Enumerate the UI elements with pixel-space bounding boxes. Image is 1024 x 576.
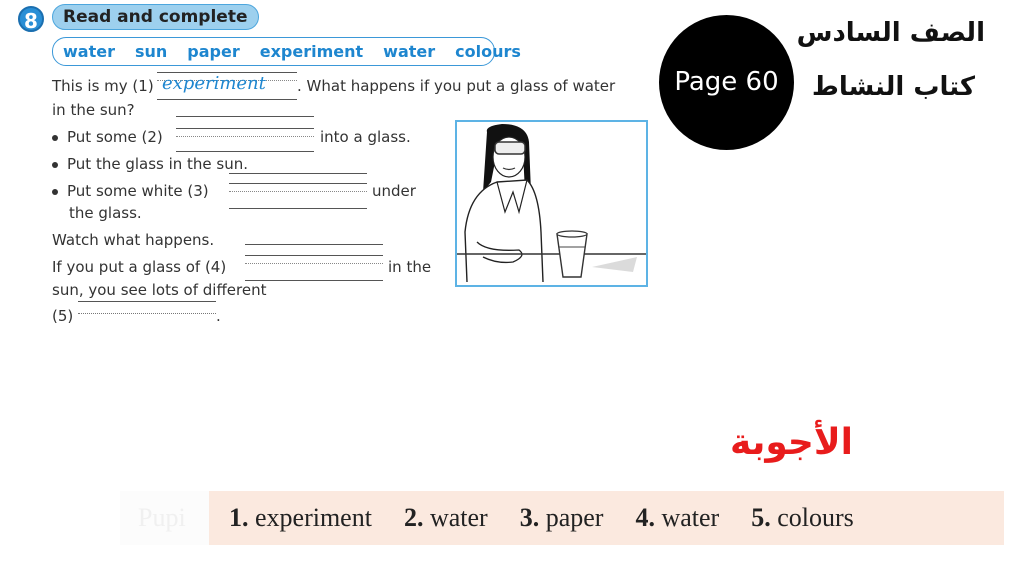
divider	[245, 244, 383, 245]
answer-word: colours	[777, 503, 854, 532]
ghost-text: Pupi	[120, 491, 209, 545]
answer-word: water	[661, 503, 720, 532]
exercise-number-badge: 8	[18, 6, 44, 33]
answer-item: 4. water	[635, 503, 719, 533]
answers-bar: 1. experiment 2. water 3. paper 4. water…	[209, 491, 1004, 545]
answer-item: 1. experiment	[229, 503, 372, 533]
bullet3-prefix: Put some white (3)	[67, 182, 209, 200]
five-prefix: (5)	[52, 307, 74, 325]
five-suffix: .	[216, 307, 221, 325]
word-bank-item: water	[383, 42, 436, 61]
answer-item: 2. water	[404, 503, 488, 533]
blank-2[interactable]	[176, 128, 314, 152]
line2: in the sun?	[52, 101, 135, 119]
word-bank-item: paper	[187, 42, 240, 61]
answer-word: water	[429, 503, 488, 532]
bullet2-text: Put the glass in the sun.	[67, 155, 249, 173]
blank-4[interactable]	[245, 255, 383, 281]
exercise-title: Read and complete	[52, 4, 259, 30]
bullet1-prefix: Put some (2)	[67, 128, 163, 146]
bullet3-cont: the glass.	[69, 204, 142, 222]
answer-number: 5.	[751, 503, 771, 532]
watch-line: Watch what happens.	[52, 231, 215, 249]
word-bank-item: water	[63, 42, 115, 61]
bullet-icon	[52, 134, 58, 141]
divider	[229, 173, 367, 174]
illustration	[455, 120, 648, 287]
grade-label: الصف السادس	[796, 18, 985, 48]
word-bank-item: colours	[455, 42, 521, 61]
if-prefix: If you put a glass of (4)	[52, 258, 227, 276]
answer-handwritten-1: experiment	[162, 73, 266, 94]
word-bank-item: experiment	[259, 42, 364, 61]
word-bank: water sun paper experiment water colours	[52, 37, 521, 66]
book-label: كتاب النشاط	[811, 72, 975, 102]
bullet-icon	[52, 161, 58, 168]
answer-number: 2.	[403, 503, 424, 532]
bullet-item-1: Put some (2)	[52, 128, 163, 146]
answer-item: 3. paper	[520, 503, 604, 533]
line1-suffix: . What happens if you put a glass of wat…	[297, 77, 616, 95]
answer-number: 4.	[635, 503, 655, 532]
answer-item: 5. colours	[751, 503, 854, 533]
sun-line: sun, you see lots of different	[52, 281, 267, 299]
bullet1-suffix: into a glass.	[320, 128, 411, 146]
girl-with-glass-illustration	[457, 124, 646, 283]
divider	[78, 301, 216, 302]
bullet-icon	[52, 188, 58, 195]
answer-number: 3.	[519, 503, 540, 532]
blank-3[interactable]	[229, 183, 367, 209]
answer-number: 1.	[229, 503, 249, 532]
answer-word: experiment	[255, 503, 372, 532]
bullet-item-3: Put some white (3)	[52, 182, 209, 200]
page-number-badge: Page 60	[659, 15, 794, 150]
line1-prefix: This is my (1)	[52, 77, 154, 95]
divider	[176, 116, 314, 117]
blank-5[interactable]	[78, 313, 216, 314]
if-suffix: in the	[388, 258, 432, 276]
answer-word: paper	[545, 503, 604, 532]
bullet3-suffix: under	[372, 182, 416, 200]
bullet-item-2: Put the glass in the sun.	[52, 155, 248, 173]
answers-heading: الأجوبة	[730, 422, 854, 463]
word-bank-item: sun	[134, 42, 168, 61]
